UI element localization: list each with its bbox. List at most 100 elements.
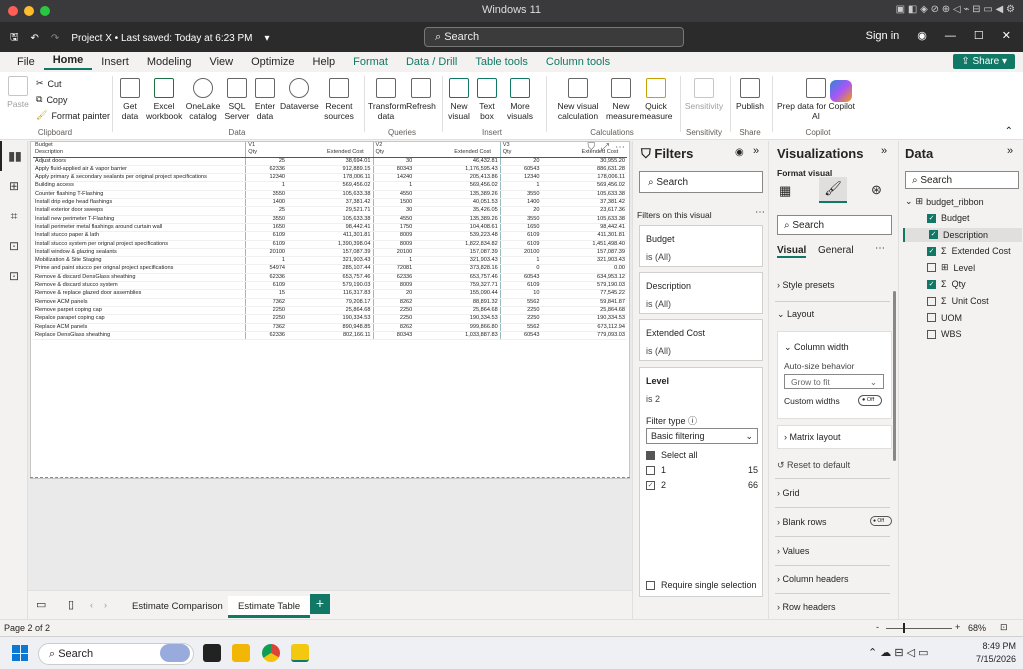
onelake-button[interactable]: OneLake catalog — [184, 78, 222, 121]
fit-page-icon[interactable]: ⊡ — [1000, 622, 1008, 633]
blank-rows-toggle[interactable]: ● Off — [870, 516, 892, 526]
field-checkbox[interactable]: ✓ — [927, 213, 936, 223]
table-row[interactable]: Install perimeter metal flashings around… — [33, 223, 627, 233]
table-row[interactable]: Prime and paint stucco per orignal proje… — [33, 264, 627, 274]
field-checkbox[interactable] — [927, 313, 936, 323]
file-explorer-icon[interactable] — [232, 644, 250, 662]
new-measure-button[interactable]: New measure — [606, 78, 639, 121]
undo-icon[interactable]: ↶ — [31, 33, 39, 44]
viz-scrollbar[interactable] — [893, 291, 896, 461]
matrix-header-cell[interactable]: V2 — [372, 142, 415, 150]
table-row[interactable]: Repalce parapet coping cap 2250 190,334.53… — [33, 314, 627, 324]
collapse-data-icon[interactable]: » — [1007, 145, 1013, 157]
new-visual-button[interactable]: New visual — [446, 78, 472, 121]
option-checkbox[interactable] — [646, 465, 655, 475]
level-option-1[interactable]: 1 15 — [646, 465, 758, 475]
build-visual-icon[interactable]: ▦ — [779, 183, 791, 199]
prev-page-icon[interactable]: ‹ — [90, 600, 93, 610]
eye-icon[interactable]: ◉ — [735, 147, 744, 158]
filter-icon[interactable]: ⛉ — [588, 142, 596, 153]
layout-section[interactable]: ⌄ Layout — [777, 309, 814, 320]
transform-data-button[interactable]: Transform data — [368, 78, 406, 121]
filter-card-extended-cost[interactable]: Extended Cost is (All) — [639, 319, 763, 361]
field-uom[interactable]: UOM — [927, 311, 962, 325]
tab-table-tools[interactable]: Table tools — [466, 56, 537, 68]
menu-extras-icon[interactable]: ▣ ◧ ◈ ⊘ ⊕ ◁ ⌁ ⊟ ▭ ◀ ⚙ — [896, 4, 1015, 15]
select-all-option[interactable]: Select all — [646, 450, 698, 460]
tab-data-drill[interactable]: Data / Drill — [397, 56, 466, 68]
table-row[interactable]: Install new perimeter T-Flashing 3550 105,… — [33, 215, 627, 224]
report-view-icon[interactable]: ▮▮ — [0, 141, 28, 171]
tab-optimize[interactable]: Optimize — [242, 56, 303, 68]
tab-column-tools[interactable]: Column tools — [537, 56, 619, 68]
field-checkbox[interactable] — [927, 329, 936, 339]
chrome-icon[interactable] — [262, 644, 280, 662]
project-title[interactable]: Project X • Last saved: Today at 6:23 PM — [71, 33, 252, 44]
copilot-icon[interactable] — [830, 80, 852, 102]
add-page-button[interactable]: + — [310, 594, 330, 614]
table-row[interactable]: Remove parpet coping cap 2250 25,864.68 225… — [33, 306, 627, 316]
collapse-ribbon-icon[interactable]: ⌃ — [1005, 126, 1013, 137]
next-page-icon[interactable]: › — [104, 600, 107, 610]
matrix-header-cell[interactable]: Extended Cost — [414, 149, 501, 158]
tab-modeling[interactable]: Modeling — [138, 56, 201, 68]
select-all-checkbox[interactable] — [646, 450, 655, 460]
analytics-icon[interactable]: ⊛ — [871, 182, 882, 198]
text-box-button[interactable]: Text box — [474, 78, 500, 121]
filter-card-budget[interactable]: Budget is (All) — [639, 225, 763, 267]
filters-search-input[interactable]: ⌕ Search — [639, 171, 763, 193]
matrix-layout-section[interactable]: › Matrix layout — [777, 425, 892, 449]
require-single-checkbox[interactable] — [646, 580, 655, 590]
column-headers-section[interactable]: › Column headers — [777, 574, 849, 584]
field-budget[interactable]: ✓ Budget — [927, 211, 970, 225]
field-checkbox[interactable] — [927, 263, 936, 273]
tab-visual[interactable]: Visual — [777, 245, 807, 258]
redo-icon[interactable]: ↷ — [51, 33, 59, 44]
table-row[interactable]: Install stucco paper & lath 6109 411,301.8… — [33, 231, 627, 241]
matrix-header-cell[interactable]: V1 — [245, 142, 288, 150]
paste-button[interactable]: Paste — [6, 76, 30, 109]
more-options-icon[interactable]: ⋯ — [615, 142, 625, 153]
cut-button[interactable]: ✂ Cut — [36, 78, 62, 89]
blank-rows-section[interactable]: › Blank rows — [777, 517, 827, 527]
tab-format[interactable]: Format — [344, 56, 397, 68]
table-row[interactable]: Apply fluid-applied air & vapor barrier 6… — [33, 165, 627, 175]
task-view-icon[interactable] — [203, 644, 221, 662]
share-button[interactable]: ⇪ Share ▾ — [953, 54, 1015, 69]
focus-mode-icon[interactable]: ⤢ — [601, 142, 609, 153]
viz-search-input[interactable]: ⌕ Search — [777, 215, 892, 235]
auto-size-select[interactable]: Grow to fit ⌄ — [784, 374, 884, 389]
field-extended-cost[interactable]: ✓ Σ Extended Cost — [927, 244, 1011, 258]
table-row[interactable]: Remove & discard stucco system 6109 579,19… — [33, 281, 627, 291]
filter-card-level[interactable]: Level is 2 Filter type ⓘ Basic filtering… — [639, 367, 763, 597]
table-row[interactable]: Install stucco system per orignal projec… — [33, 240, 627, 249]
option-checkbox-checked[interactable]: ✓ — [646, 480, 655, 490]
table-budget-ribbon[interactable]: ⌄ ⊞ budget_ribbon — [905, 196, 984, 207]
style-presets-section[interactable]: › Style presets — [777, 280, 835, 290]
minimize-icon[interactable]: — — [945, 30, 956, 42]
tab-home[interactable]: Home — [43, 54, 93, 70]
field-qty[interactable]: ✓ Σ Qty — [927, 277, 966, 291]
tmdl-view-icon[interactable]: ⊡ — [0, 261, 28, 291]
sql-server-button[interactable]: SQL Server — [224, 78, 250, 121]
matrix-header-cell[interactable]: Qty — [245, 149, 288, 158]
matrix-header-cell[interactable]: Extended Cost — [287, 149, 374, 158]
table-row[interactable]: Building access 1 569,456.02 1 569,456.02 1 56… — [33, 181, 627, 191]
desktop-layout-icon[interactable]: ▭ — [36, 598, 46, 611]
table-row[interactable]: Install drip edge head flashings 1400 37,3… — [33, 198, 627, 208]
field-checkbox[interactable]: ✓ — [927, 279, 936, 289]
copy-button[interactable]: ⧉ Copy — [36, 94, 67, 105]
format-visual-icon[interactable]: 🖌 — [819, 177, 847, 203]
table-row[interactable]: Replace ACM panels 7362 890,948.85 8262 999,… — [33, 323, 627, 332]
page-tab-estimate-comparison[interactable]: Estimate Comparison — [122, 596, 233, 618]
excel-button[interactable]: Excel workbook — [146, 78, 182, 121]
refresh-button[interactable]: Refresh — [406, 78, 436, 111]
filter-card-description[interactable]: Description is (All) — [639, 272, 763, 314]
account-icon[interactable]: ◉ — [917, 29, 927, 42]
zoom-in-icon[interactable]: + — [955, 622, 960, 632]
start-icon[interactable] — [12, 645, 28, 661]
field-checkbox[interactable] — [927, 296, 936, 306]
matrix-header-cell[interactable]: Qty — [372, 149, 415, 158]
tab-help[interactable]: Help — [304, 56, 345, 68]
dataverse-button[interactable]: Dataverse — [280, 78, 319, 111]
